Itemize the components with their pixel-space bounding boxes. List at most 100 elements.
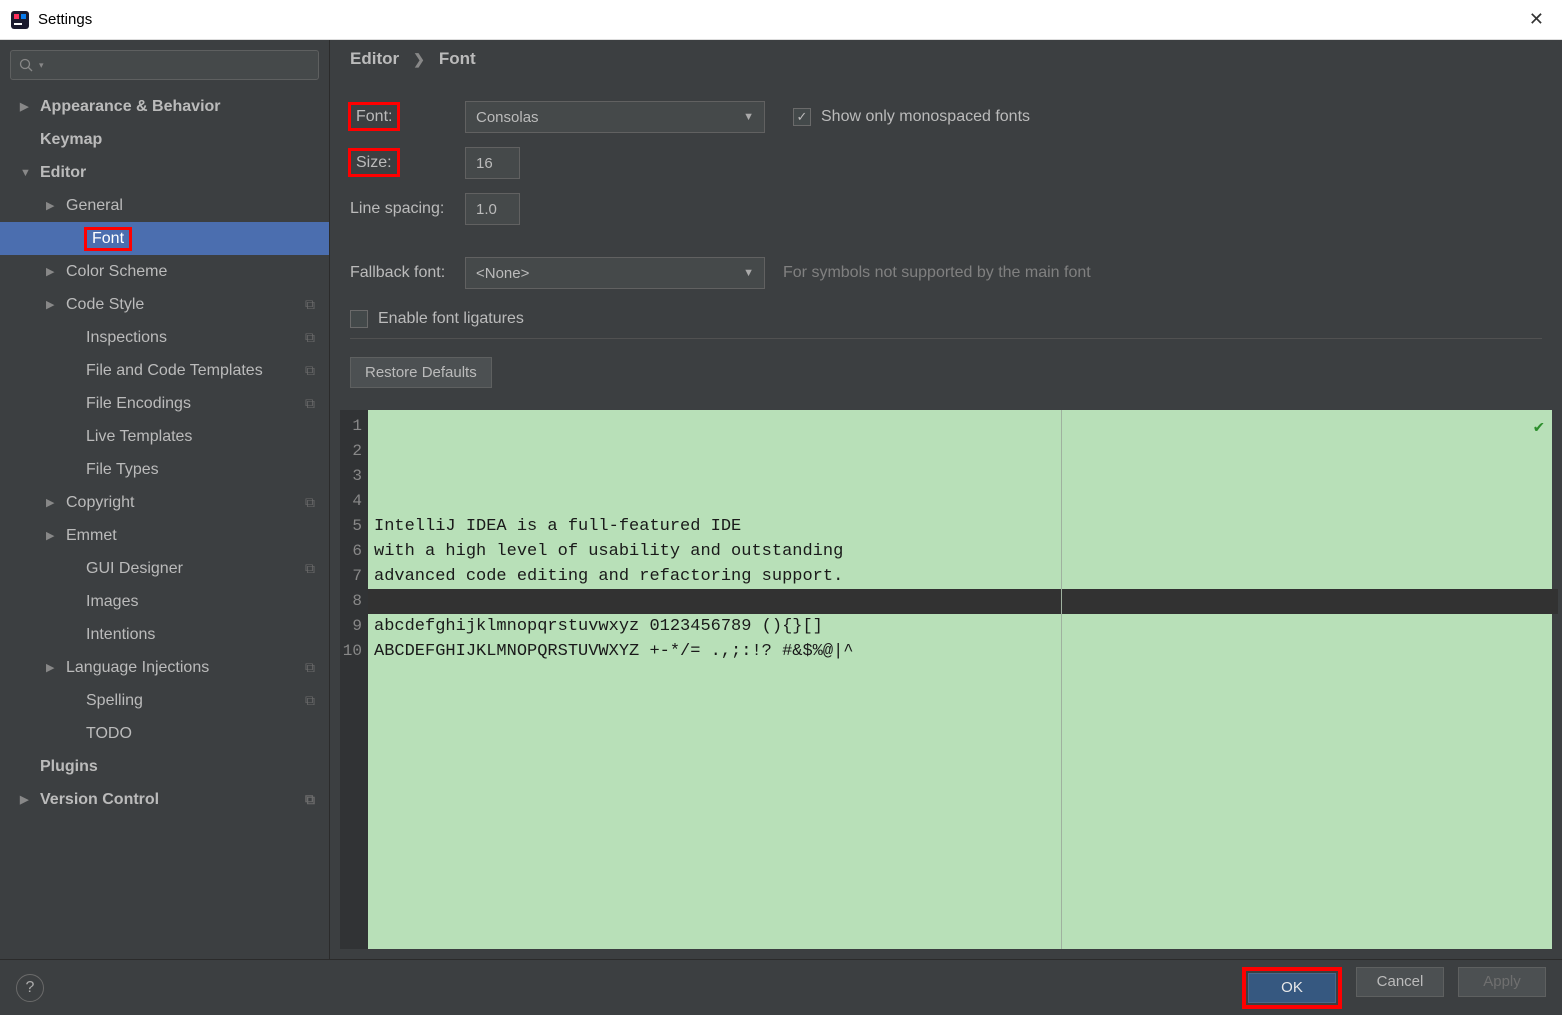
preview-line <box>374 739 1552 764</box>
breadcrumb-parent[interactable]: Editor <box>350 49 399 69</box>
sidebar-item-label: Keymap <box>40 131 102 149</box>
scope-icon: ⧉ <box>305 692 315 709</box>
ok-button[interactable]: OK <box>1248 973 1336 1003</box>
right-margin-line <box>1061 410 1062 949</box>
chevron-right-icon: ▶ <box>20 100 34 113</box>
sidebar-item-label: Appearance & Behavior <box>40 98 221 116</box>
show-monospaced-label: Show only monospaced fonts <box>821 108 1030 126</box>
sidebar-item-label: Version Control <box>40 791 159 809</box>
linespacing-input[interactable] <box>465 193 520 225</box>
preview-code: ✔ IntelliJ IDEA is a full-featured IDEwi… <box>368 410 1552 949</box>
sidebar-item-keymap[interactable]: ▶Keymap <box>0 123 329 156</box>
sidebar-item-gui-designer[interactable]: ▶GUI Designer⧉ <box>0 552 329 585</box>
scope-icon: ⧉ <box>305 362 315 379</box>
sidebar-item-color-scheme[interactable]: ▶ Color Scheme <box>0 255 329 288</box>
fallback-label: Fallback font: <box>350 264 465 282</box>
sidebar-item-appearance-behavior[interactable]: ▶ Appearance & Behavior <box>0 90 329 123</box>
show-monospaced-checkbox[interactable]: ✓ <box>793 108 811 126</box>
sidebar-item-code-style[interactable]: ▶ Code Style ⧉ <box>0 288 329 321</box>
sidebar-item-label: File Types <box>86 461 159 479</box>
sidebar-item-font[interactable]: ▶Font <box>0 222 329 255</box>
scope-icon: ⧉ <box>305 296 315 313</box>
scope-icon: ⧉ <box>305 395 315 412</box>
preview-line: advanced code editing and refactoring su… <box>374 564 1552 589</box>
preview-line <box>374 714 1552 739</box>
chevron-right-icon: ▶ <box>46 265 60 278</box>
scope-icon: ⧉ <box>305 791 315 808</box>
sidebar-item-label: General <box>66 197 123 215</box>
sidebar-item-label: Copyright <box>66 494 134 512</box>
window-title: Settings <box>38 11 92 28</box>
sidebar-item-editor[interactable]: ▼Editor <box>0 156 329 189</box>
sidebar-item-label: Images <box>86 593 138 611</box>
restore-defaults-button[interactable]: Restore Defaults <box>350 357 492 388</box>
scope-icon: ⧉ <box>305 494 315 511</box>
chevron-right-icon: ❯ <box>413 51 425 68</box>
chevron-down-icon: ▼ <box>20 167 34 179</box>
chevron-right-icon: ▶ <box>46 199 60 212</box>
settings-content: Editor ❯ Font Font: Consolas ▼ ✓ Show on… <box>330 40 1562 959</box>
sidebar-item-file-and-code-templates[interactable]: ▶File and Code Templates⧉ <box>0 354 329 387</box>
sidebar-item-spelling[interactable]: ▶Spelling⧉ <box>0 684 329 717</box>
inspection-ok-icon: ✔ <box>1534 416 1544 441</box>
sidebar-item-label: Inspections <box>86 329 167 347</box>
sidebar-item-label: File and Code Templates <box>86 362 263 380</box>
sidebar-item-label: Plugins <box>40 758 98 776</box>
font-label: Font: <box>350 104 398 129</box>
settings-tree: ▶Appearance & Behavior▶Keymap▼Editor▶Gen… <box>0 90 329 959</box>
fallback-select[interactable]: <None> ▼ <box>465 257 765 289</box>
sidebar-item-language-injections[interactable]: ▶Language Injections⧉ <box>0 651 329 684</box>
sidebar-item-intentions[interactable]: ▶Intentions <box>0 618 329 651</box>
sidebar-item-label: GUI Designer <box>86 560 183 578</box>
app-icon <box>10 10 30 30</box>
scope-icon: ⧉ <box>305 560 315 577</box>
chevron-down-icon: ▼ <box>743 111 754 123</box>
preview-line: with a high level of usability and outst… <box>374 539 1552 564</box>
sidebar-item-emmet[interactable]: ▶ Emmet <box>0 519 329 552</box>
size-input[interactable] <box>465 147 520 179</box>
ligatures-label: Enable font ligatures <box>378 310 524 328</box>
sidebar-item-inspections[interactable]: ▶Inspections⧉ <box>0 321 329 354</box>
sidebar-item-file-types[interactable]: ▶File Types <box>0 453 329 486</box>
search-input[interactable]: ▾ <box>10 50 319 80</box>
preview-line <box>368 589 1558 614</box>
breadcrumb: Editor ❯ Font <box>330 40 1562 74</box>
chevron-right-icon: ▶ <box>46 661 60 674</box>
font-select-value: Consolas <box>476 109 539 126</box>
preview-line: IntelliJ IDEA is a full-featured IDE <box>374 514 1552 539</box>
apply-button[interactable]: Apply <box>1458 967 1546 997</box>
sidebar-item-general[interactable]: ▶ General <box>0 189 329 222</box>
chevron-right-icon: ▶ <box>46 298 60 311</box>
sidebar-item-label: Code Style <box>66 296 144 314</box>
chevron-right-icon: ▶ <box>46 496 60 509</box>
sidebar-item-label: TODO <box>86 725 132 743</box>
fallback-hint: For symbols not supported by the main fo… <box>783 264 1091 282</box>
font-preview: 12345678910 ✔ IntelliJ IDEA is a full-fe… <box>340 410 1552 949</box>
breadcrumb-current: Font <box>439 49 476 69</box>
sidebar-item-label: Spelling <box>86 692 143 710</box>
sidebar-item-plugins[interactable]: ▶Plugins <box>0 750 329 783</box>
font-select[interactable]: Consolas ▼ <box>465 101 765 133</box>
size-label: Size: <box>350 150 398 175</box>
sidebar-item-label: Language Injections <box>66 659 209 677</box>
ligatures-checkbox[interactable] <box>350 310 368 328</box>
sidebar-item-file-encodings[interactable]: ▶File Encodings⧉ <box>0 387 329 420</box>
sidebar-item-todo[interactable]: ▶TODO <box>0 717 329 750</box>
sidebar-item-label: Intentions <box>86 626 155 644</box>
chevron-right-icon: ▶ <box>46 529 60 542</box>
sidebar-item-version-control[interactable]: ▶ Version Control ⧉ <box>0 783 329 816</box>
help-button[interactable]: ? <box>16 974 44 1002</box>
sidebar-item-images[interactable]: ▶Images <box>0 585 329 618</box>
preview-gutter: 12345678910 <box>340 410 368 949</box>
close-button[interactable]: ✕ <box>1521 5 1552 34</box>
sidebar-item-copyright[interactable]: ▶ Copyright ⧉ <box>0 486 329 519</box>
sidebar-item-label: Color Scheme <box>66 263 167 281</box>
chevron-right-icon: ▶ <box>20 793 34 806</box>
sidebar-item-label: Font <box>86 229 130 249</box>
cancel-button[interactable]: Cancel <box>1356 967 1444 997</box>
sidebar-item-label: Emmet <box>66 527 117 545</box>
search-dropdown-icon[interactable]: ▾ <box>39 60 44 71</box>
preview-line: ABCDEFGHIJKLMNOPQRSTUVWXYZ +-*/= .,;:!? … <box>374 639 1552 664</box>
linespacing-label: Line spacing: <box>350 200 465 218</box>
sidebar-item-live-templates[interactable]: ▶Live Templates <box>0 420 329 453</box>
